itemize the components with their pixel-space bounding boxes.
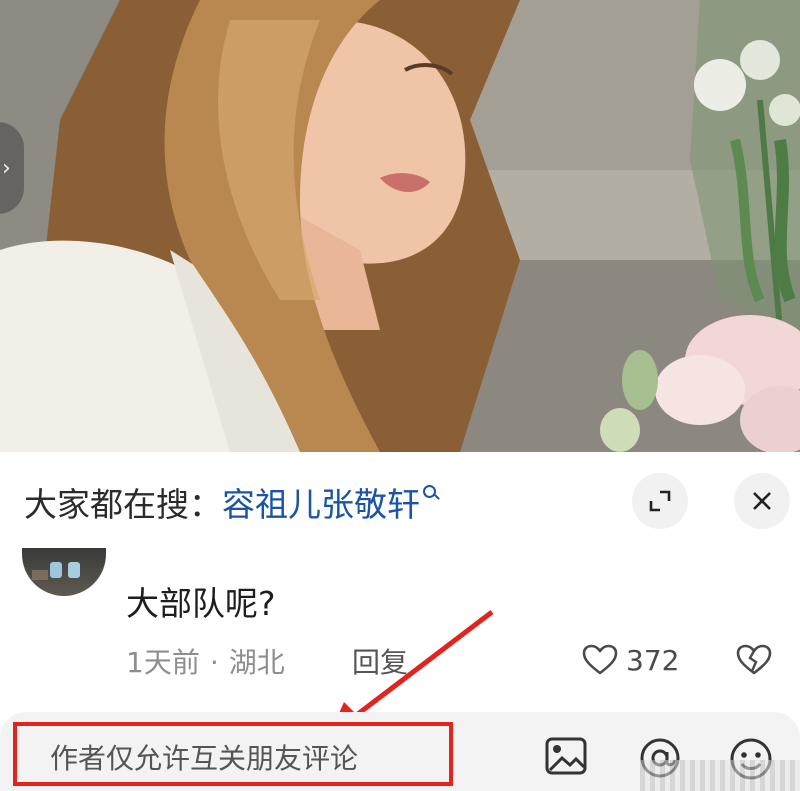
annotation-arrow (328, 610, 494, 738)
annotation-highlight-box (13, 722, 453, 786)
image-button[interactable] (544, 736, 588, 780)
blurred-watermark (640, 760, 800, 791)
image-icon (545, 737, 587, 775)
